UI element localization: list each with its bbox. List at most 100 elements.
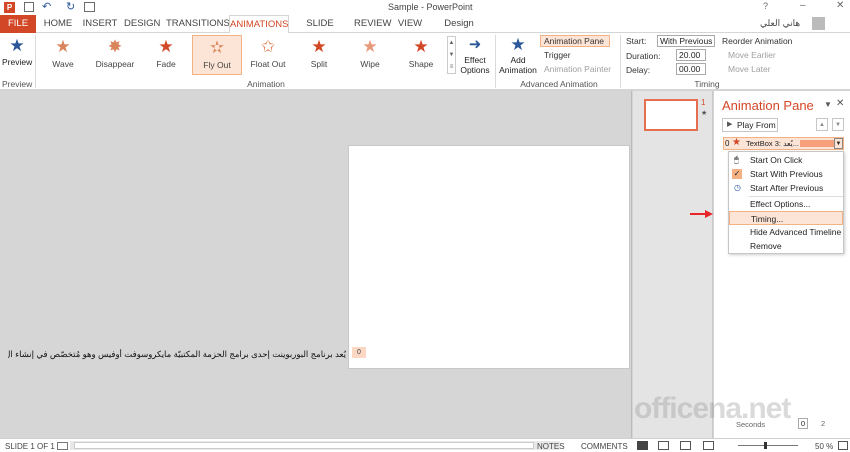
menu-timing[interactable]: Timing... bbox=[729, 211, 843, 225]
item-label: TextBox 3: يُعد... bbox=[746, 139, 800, 148]
mouse-icon: 🖱 bbox=[734, 155, 739, 164]
redo-icon[interactable]: ↻ bbox=[66, 0, 75, 13]
horizontal-scrollbar[interactable] bbox=[70, 441, 560, 450]
slide-textbox[interactable]: يُعد برنامج البوربوينت إحدى برامج الحزمة… bbox=[8, 349, 346, 360]
slide-count: SLIDE 1 OF 1 bbox=[5, 442, 55, 451]
thumbnail-number: 1 bbox=[701, 98, 706, 107]
effect-fade[interactable]: ★ Fade bbox=[141, 35, 191, 75]
split-star-icon: ★ bbox=[311, 37, 327, 56]
spell-check-icon[interactable] bbox=[57, 442, 68, 450]
pane-options-icon[interactable]: ▼ bbox=[824, 100, 832, 109]
check-icon: ✓ bbox=[732, 169, 742, 179]
group-label-advanced: Advanced Animation bbox=[520, 79, 598, 89]
tab-review[interactable]: REVIEW bbox=[354, 15, 391, 33]
effect-wave[interactable]: ★ Wave bbox=[38, 35, 88, 75]
pane-title: Animation Pane bbox=[722, 98, 814, 113]
group-label-animation: Animation bbox=[247, 79, 285, 89]
item-index: 0 bbox=[725, 139, 730, 148]
notes-button[interactable]: NOTES bbox=[537, 442, 565, 451]
move-earlier-button[interactable]: Move Earlier bbox=[728, 50, 776, 60]
reorder-label: Reorder Animation bbox=[722, 36, 793, 46]
ribbon: ★ Preview Preview ★ Wave ✸ Disappear ★ Fade… bbox=[0, 33, 850, 90]
float-out-star-icon: ✩ bbox=[260, 37, 276, 56]
add-star-icon: ★ bbox=[510, 35, 526, 54]
effect-fly-out[interactable]: ✫ Fly Out bbox=[192, 35, 242, 75]
duration-label: Duration: bbox=[626, 51, 661, 61]
add-animation-button[interactable]: ★ Add Animation bbox=[498, 35, 538, 77]
duration-input[interactable]: 20.00 bbox=[676, 49, 706, 61]
minimize-icon[interactable]: – bbox=[800, 0, 806, 11]
menu-effect-options[interactable]: Effect Options... bbox=[729, 197, 843, 211]
help-icon[interactable]: ? bbox=[763, 1, 768, 11]
play-icon: ▶ bbox=[727, 121, 733, 128]
disappear-star-icon: ✸ bbox=[107, 37, 123, 56]
arrow-right-icon: ➜ bbox=[468, 36, 482, 53]
preview-button[interactable]: ★ Preview bbox=[2, 35, 32, 75]
effects-scroll[interactable]: ▲ ▼ ≡ bbox=[447, 36, 456, 74]
group-label-timing: Timing bbox=[694, 79, 720, 89]
shape-star-icon: ★ bbox=[413, 37, 429, 56]
zoom-level[interactable]: 50 % bbox=[815, 442, 833, 451]
tab-design-tools[interactable]: Design Tools bbox=[432, 15, 486, 47]
start-dropdown[interactable]: With Previous bbox=[657, 35, 715, 47]
animation-tag: 0 bbox=[352, 347, 366, 358]
tab-animations[interactable]: ANIMATIONS bbox=[229, 15, 289, 34]
menu-start-after-previous[interactable]: ◷ Start After Previous bbox=[729, 181, 843, 195]
status-bar: SLIDE 1 OF 1 NOTES COMMENTS 50 % bbox=[0, 438, 850, 452]
wipe-star-icon: ★ bbox=[362, 37, 378, 56]
effect-options-button[interactable]: ➜ Effect Options bbox=[458, 35, 492, 77]
effect-shape[interactable]: ★ Shape bbox=[396, 35, 446, 75]
tab-view[interactable]: VIEW bbox=[396, 15, 424, 33]
start-slideshow-icon[interactable] bbox=[84, 2, 95, 12]
powerpoint-logo-icon: P bbox=[4, 2, 15, 13]
delay-input[interactable]: 00.00 bbox=[676, 63, 706, 75]
move-later-button[interactable]: Move Later bbox=[728, 64, 771, 74]
item-dropdown-icon[interactable]: ▼ bbox=[834, 138, 843, 149]
group-label-preview: Preview bbox=[2, 79, 33, 89]
tab-slide-show[interactable]: SLIDE SHOW bbox=[294, 15, 346, 47]
menu-hide-advanced-timeline[interactable]: Hide Advanced Timeline bbox=[729, 225, 843, 239]
delay-label: Delay: bbox=[626, 65, 651, 75]
effect-wipe[interactable]: ★ Wipe bbox=[345, 35, 395, 75]
play-from-button[interactable]: ▶ Play From bbox=[722, 118, 778, 132]
tab-home[interactable]: HOME bbox=[42, 15, 74, 33]
menu-start-with-previous[interactable]: ✓ Start With Previous bbox=[729, 167, 843, 181]
slide-thumbnail[interactable] bbox=[644, 99, 698, 131]
start-label: Start: bbox=[626, 36, 647, 46]
seconds-two: 2 bbox=[821, 419, 826, 428]
close-window-icon[interactable]: ✕ bbox=[836, 0, 844, 11]
undo-icon[interactable]: ↶ bbox=[42, 0, 51, 13]
trigger-button[interactable]: Trigger bbox=[544, 50, 571, 60]
tab-file[interactable]: FILE bbox=[0, 15, 36, 33]
fit-slide-icon[interactable] bbox=[838, 441, 848, 450]
tab-transitions[interactable]: TRANSITIONS bbox=[166, 15, 230, 33]
reading-view-icon[interactable] bbox=[680, 441, 691, 450]
tab-design[interactable]: DESIGN bbox=[124, 15, 160, 33]
seconds-zero: 0 bbox=[798, 418, 808, 429]
fly-out-star-icon: ✫ bbox=[209, 38, 225, 57]
slideshow-view-icon[interactable] bbox=[703, 441, 714, 450]
tab-insert[interactable]: INSERT bbox=[82, 15, 118, 33]
save-icon[interactable] bbox=[24, 2, 34, 12]
menu-remove[interactable]: Remove bbox=[729, 239, 843, 253]
pane-close-icon[interactable]: ✕ bbox=[836, 98, 844, 109]
effect-disappear[interactable]: ✸ Disappear bbox=[90, 35, 140, 75]
title-bar: P ↶ ↻ Sample - PowerPoint ? – ✕ bbox=[0, 0, 850, 15]
avatar[interactable] bbox=[812, 17, 825, 30]
menu-start-on-click[interactable]: 🖱 Start On Click bbox=[729, 153, 843, 167]
slide-sorter-icon[interactable] bbox=[658, 441, 669, 450]
normal-view-icon[interactable] bbox=[637, 441, 648, 450]
move-up-button[interactable]: ▲ bbox=[816, 118, 828, 131]
slide-canvas[interactable] bbox=[348, 145, 630, 369]
move-down-button[interactable]: ▼ bbox=[832, 118, 844, 131]
slide-thumbnails bbox=[633, 91, 713, 438]
animation-pane: Animation Pane ▼ ✕ ▶ Play From ▲ ▼ 0 ★ T… bbox=[714, 91, 850, 438]
effect-split[interactable]: ★ Split bbox=[294, 35, 344, 75]
user-name[interactable]: هاني العلي bbox=[760, 18, 800, 29]
comments-button[interactable]: COMMENTS bbox=[581, 442, 628, 451]
thumbnail-animation-icon: ★ bbox=[701, 110, 708, 117]
animation-painter-button[interactable]: Animation Painter bbox=[544, 64, 611, 74]
watermark: officena.net bbox=[634, 392, 791, 425]
zoom-slider[interactable] bbox=[738, 442, 798, 449]
effect-float-out[interactable]: ✩ Float Out bbox=[243, 35, 293, 75]
